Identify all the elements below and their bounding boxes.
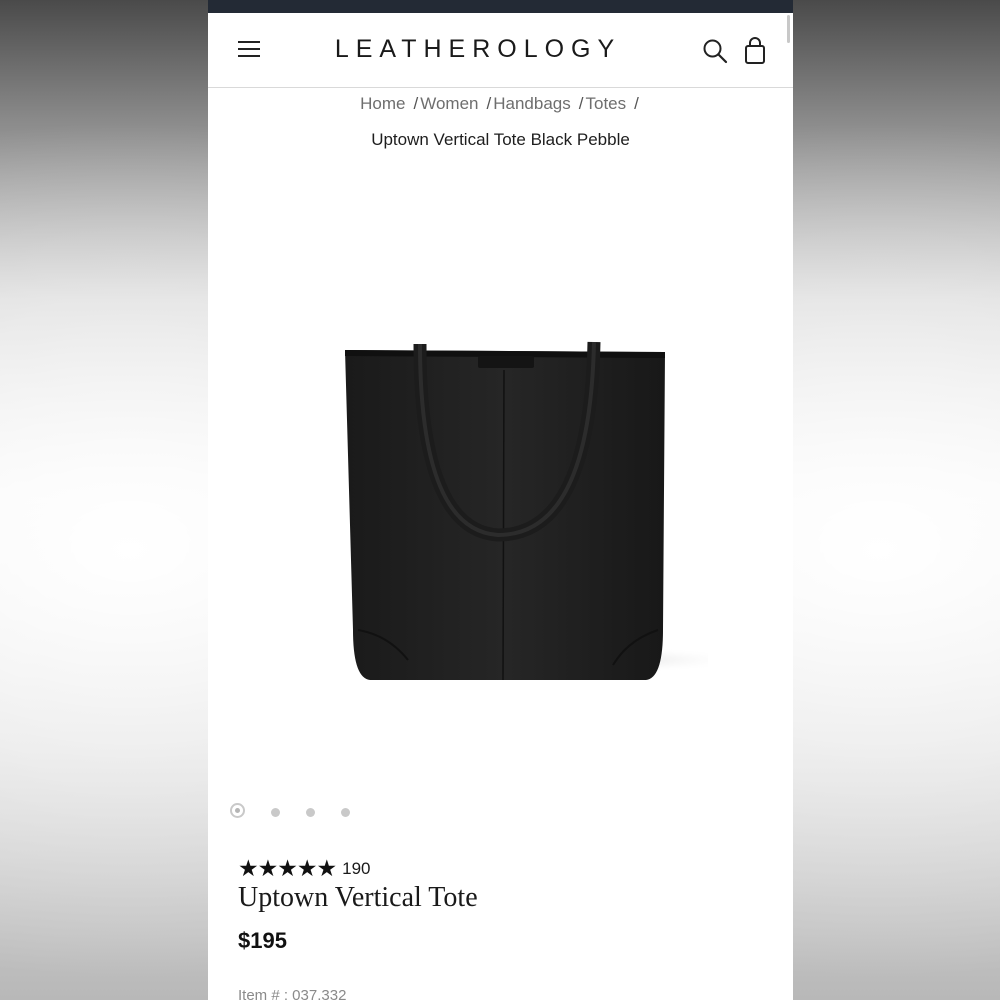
site-header: LEATHEROLOGY bbox=[208, 13, 793, 88]
breadcrumb-current: Uptown Vertical Tote Black Pebble bbox=[371, 130, 630, 149]
breadcrumb-home[interactable]: Home bbox=[360, 94, 405, 113]
product-image[interactable] bbox=[328, 330, 748, 690]
breadcrumb-handbags[interactable]: Handbags bbox=[493, 94, 571, 113]
breadcrumb-separator: / bbox=[578, 94, 584, 113]
carousel-dot[interactable] bbox=[341, 808, 350, 817]
star-rating-icon: ★★★★★ bbox=[238, 856, 337, 882]
review-count[interactable]: 190 bbox=[342, 859, 370, 879]
mobile-page: LEATHEROLOGY Home / Women / Handbags / Totes / … bbox=[208, 0, 793, 1000]
carousel-dot[interactable] bbox=[306, 808, 315, 817]
search-icon[interactable] bbox=[702, 38, 728, 64]
menu-icon[interactable] bbox=[236, 38, 262, 62]
breadcrumb-separator: / bbox=[486, 94, 492, 113]
breadcrumb-separator: / bbox=[413, 94, 419, 113]
status-bar bbox=[208, 0, 793, 13]
carousel-dot[interactable] bbox=[271, 808, 280, 817]
breadcrumb-totes[interactable]: Totes bbox=[585, 94, 626, 113]
breadcrumb-separator: / bbox=[634, 94, 639, 113]
brand-logo[interactable]: LEATHEROLOGY bbox=[308, 35, 648, 64]
shopping-bag-icon[interactable] bbox=[743, 37, 767, 65]
rating-summary[interactable]: ★★★★★ 190 bbox=[238, 857, 370, 881]
product-title: Uptown Vertical Tote bbox=[238, 882, 478, 913]
breadcrumb: Home / Women / Handbags / Totes / bbox=[208, 94, 793, 114]
item-number: Item # : 037.332 bbox=[238, 987, 347, 1000]
carousel-dot-active[interactable] bbox=[230, 803, 245, 818]
product-price: $195 bbox=[238, 928, 287, 953]
breadcrumb-women[interactable]: Women bbox=[420, 94, 478, 113]
